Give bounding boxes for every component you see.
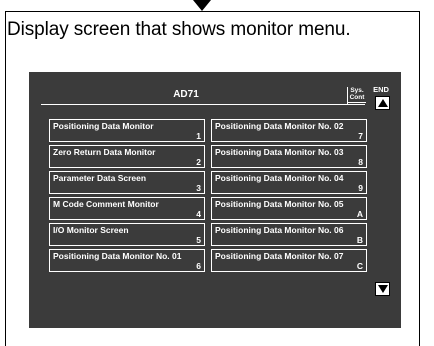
menu-item-number: 2 [196,157,201,167]
menu-item-io-monitor-screen[interactable]: I/O Monitor Screen 5 [49,223,205,246]
menu-item-label: Positioning Data Monitor No. 05 [215,199,344,209]
menu-item-positioning-data-monitor-04[interactable]: Positioning Data Monitor No. 04 9 [211,171,367,194]
menu-item-label: Positioning Data Monitor No. 07 [215,251,344,261]
scroll-down-button[interactable] [375,282,390,296]
triangle-down-icon [377,285,388,293]
menu-item-zero-return-data-monitor[interactable]: Zero Return Data Monitor 2 [49,145,205,168]
caption-text: Display screen that shows monitor menu. [7,19,351,40]
menu-item-positioning-data-monitor-01[interactable]: Positioning Data Monitor No. 01 6 [49,249,205,272]
monitor-menu-screen: AD71 Sys. Cont END Positioning Data Moni… [29,72,401,328]
menu-item-number: 7 [358,131,363,141]
menu-item-number: 1 [196,131,201,141]
menu-item-m-code-comment-monitor[interactable]: M Code Comment Monitor 4 [49,197,205,220]
menu-item-number: 5 [196,235,201,245]
menu-item-number: 4 [196,209,201,219]
menu-item-label: Parameter Data Screen [53,173,147,183]
sys-cont-line2: Cont [349,94,365,101]
menu-item-positioning-data-monitor-07[interactable]: Positioning Data Monitor No. 07 C [211,249,367,272]
menu-item-number: 6 [196,261,201,271]
menu-item-label: Positioning Data Monitor No. 04 [215,173,344,183]
menu-item-number: 8 [358,157,363,167]
sys-cont-line1: Sys. [350,87,364,94]
menu-item-positioning-data-monitor-05[interactable]: Positioning Data Monitor No. 05 A [211,197,367,220]
scroll-up-button[interactable] [375,96,390,110]
sys-cont-button[interactable]: Sys. Cont [348,87,366,103]
title-bar: AD71 Sys. Cont [41,83,366,105]
menu-item-positioning-data-monitor-02[interactable]: Positioning Data Monitor No. 02 7 [211,119,367,142]
menu-item-parameter-data-screen[interactable]: Parameter Data Screen 3 [49,171,205,194]
menu-item-number: 9 [358,183,363,193]
menu-item-positioning-data-monitor[interactable]: Positioning Data Monitor 1 [49,119,205,142]
menu-item-label: I/O Monitor Screen [53,225,129,235]
menu-item-positioning-data-monitor-03[interactable]: Positioning Data Monitor No. 03 8 [211,145,367,168]
menu-item-number: C [356,261,363,271]
menu-item-label: Positioning Data Monitor [53,121,154,131]
menu-item-label: M Code Comment Monitor [53,199,159,209]
screen-title: AD71 [173,89,199,100]
menu-item-number: 3 [196,183,201,193]
arrow-down-icon [193,0,211,11]
menu-item-label: Positioning Data Monitor No. 03 [215,147,344,157]
menu-item-label: Positioning Data Monitor No. 06 [215,225,344,235]
menu-item-number: A [356,209,363,219]
menu-item-number: B [356,235,363,245]
triangle-up-icon [377,99,388,107]
menu-item-label: Positioning Data Monitor No. 01 [53,251,182,261]
menu-item-positioning-data-monitor-06[interactable]: Positioning Data Monitor No. 06 B [211,223,367,246]
menu-item-label: Zero Return Data Monitor [53,147,156,157]
menu-item-label: Positioning Data Monitor No. 02 [215,121,344,131]
